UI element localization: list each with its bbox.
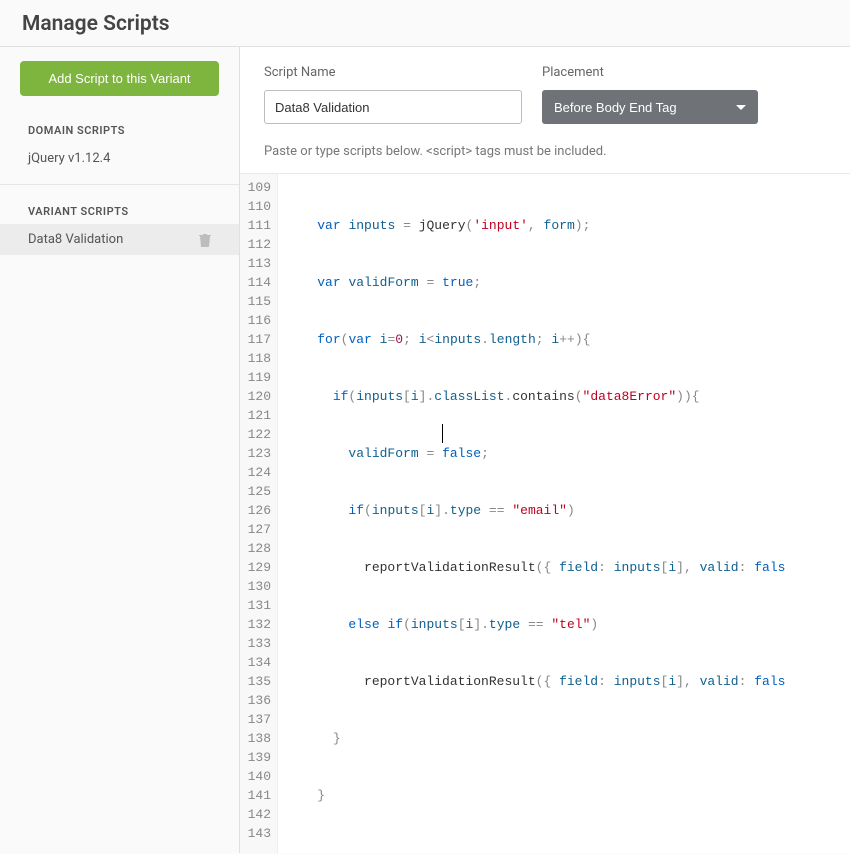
code-editor[interactable]: 1091101111121131141151161171181191201211… xyxy=(240,173,850,853)
sidebar-item-label: Data8 Validation xyxy=(28,232,123,247)
content-panel: Script Name Placement Before Body End Ta… xyxy=(240,47,850,853)
sidebar: Add Script to this Variant DOMAIN SCRIPT… xyxy=(0,47,240,853)
placement-group: Placement Before Body End Tag xyxy=(542,65,758,124)
variant-scripts-label: VARIANT SCRIPTS xyxy=(0,195,239,224)
line-gutter: 1091101111121131141151161171181191201211… xyxy=(240,174,278,853)
trash-icon[interactable] xyxy=(199,233,211,247)
editor-hint: Paste or type scripts below. <script> ta… xyxy=(240,124,850,173)
sidebar-item-jquery[interactable]: jQuery v1.12.4 xyxy=(0,143,239,174)
sidebar-item-data8[interactable]: Data8 Validation xyxy=(0,224,239,255)
page-title: Manage Scripts xyxy=(22,12,828,36)
chevron-down-icon xyxy=(736,105,746,110)
code-area[interactable]: var inputs = jQuery('input', form); var … xyxy=(278,174,785,853)
script-name-input[interactable] xyxy=(264,90,522,124)
page-header: Manage Scripts xyxy=(0,0,850,47)
placement-label: Placement xyxy=(542,65,758,80)
sidebar-item-label: jQuery v1.12.4 xyxy=(28,151,110,166)
text-cursor xyxy=(442,424,443,443)
script-name-group: Script Name xyxy=(264,65,522,124)
add-script-button[interactable]: Add Script to this Variant xyxy=(20,61,219,96)
placement-value: Before Body End Tag xyxy=(554,100,677,115)
placement-select[interactable]: Before Body End Tag xyxy=(542,90,758,124)
domain-scripts-label: DOMAIN SCRIPTS xyxy=(0,114,239,143)
main-layout: Add Script to this Variant DOMAIN SCRIPT… xyxy=(0,47,850,853)
script-name-label: Script Name xyxy=(264,65,522,80)
sidebar-divider xyxy=(0,184,239,185)
form-row: Script Name Placement Before Body End Ta… xyxy=(240,47,850,124)
